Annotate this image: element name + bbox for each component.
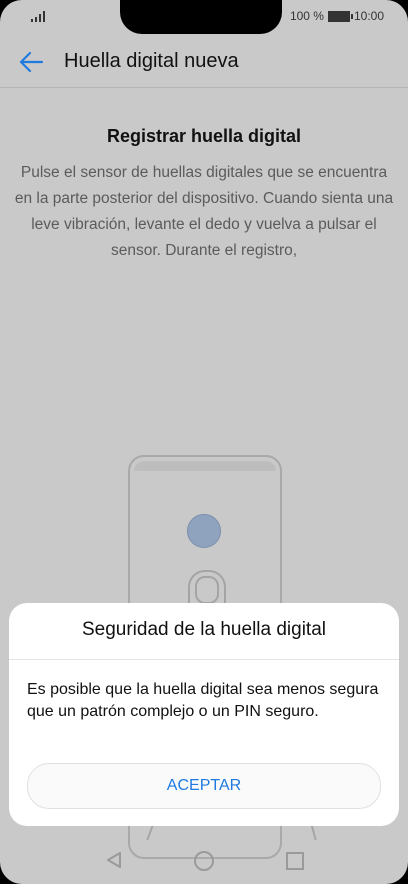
accept-button[interactable]: ACEPTAR xyxy=(27,763,381,809)
back-arrow-icon[interactable] xyxy=(18,50,44,74)
nav-recents-icon[interactable] xyxy=(286,852,304,870)
page-title: Huella digital nueva xyxy=(64,50,239,72)
phone-top-bar xyxy=(134,461,276,471)
battery-percent: 100 % xyxy=(289,9,324,23)
screen: 100 % 10:00 Huella digital nueva Registr… xyxy=(0,0,408,884)
app-bar: Huella digital nueva xyxy=(0,38,408,86)
status-bar: 100 % 10:00 xyxy=(0,0,408,34)
security-dialog: Seguridad de la huella digital Es posibl… xyxy=(9,603,399,826)
nav-back-icon[interactable] xyxy=(104,850,124,870)
section-heading: Registrar huella digital xyxy=(106,126,302,146)
clock: 10:00 xyxy=(353,9,384,23)
status-right: 100 % 10:00 xyxy=(290,9,384,23)
battery-icon xyxy=(327,10,353,22)
navigation-bar xyxy=(0,838,408,884)
camera-notch xyxy=(120,0,282,34)
fingerprint-sensor-icon xyxy=(187,514,221,548)
dialog-title: Seguridad de la huella digital xyxy=(81,619,326,640)
dialog-message: Es posible que la huella digital sea men… xyxy=(27,681,379,720)
instructions-text: Pulse el sensor de huellas digitales que… xyxy=(14,164,394,259)
header-divider xyxy=(0,87,408,88)
signal-icon xyxy=(31,11,45,22)
dialog-divider xyxy=(9,659,399,660)
nav-home-icon[interactable] xyxy=(194,851,214,871)
fingernail-icon xyxy=(195,576,219,604)
